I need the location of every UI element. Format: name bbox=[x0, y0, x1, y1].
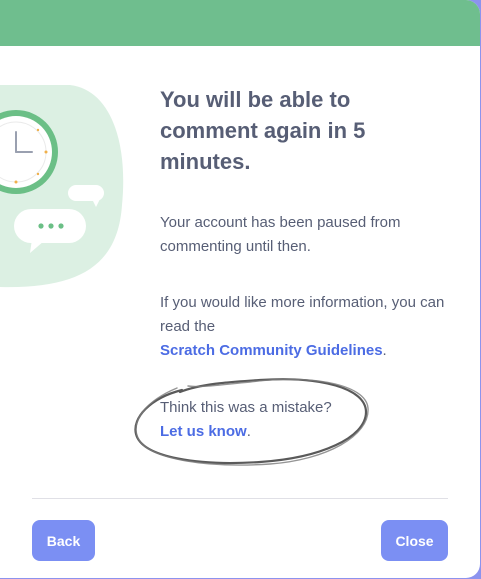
dialog-heading: You will be able to comment again in 5 m… bbox=[160, 87, 366, 174]
footer-divider bbox=[32, 498, 448, 499]
mistake-message: Think this was a mistake? Let us know. bbox=[160, 396, 450, 444]
community-guidelines-link[interactable]: Scratch Community Guidelines bbox=[160, 342, 383, 359]
close-button[interactable]: Close bbox=[381, 520, 448, 561]
info-message: If you would like more information, you … bbox=[160, 291, 450, 363]
mute-dialog: You will be able to comment again in 5 m… bbox=[0, 0, 480, 578]
guidelines-period: . bbox=[382, 342, 387, 359]
mistake-text: Think this was a mistake? bbox=[160, 399, 332, 416]
let-us-know-link[interactable]: Let us know bbox=[160, 423, 247, 440]
dialog-header-bar bbox=[0, 0, 480, 46]
info-text: If you would like more information, you … bbox=[160, 294, 445, 335]
back-button[interactable]: Back bbox=[32, 520, 95, 561]
let-us-know-period: . bbox=[246, 423, 251, 440]
paused-message: Your account has been paused from commen… bbox=[160, 214, 401, 255]
mute-illustration bbox=[0, 85, 124, 288]
